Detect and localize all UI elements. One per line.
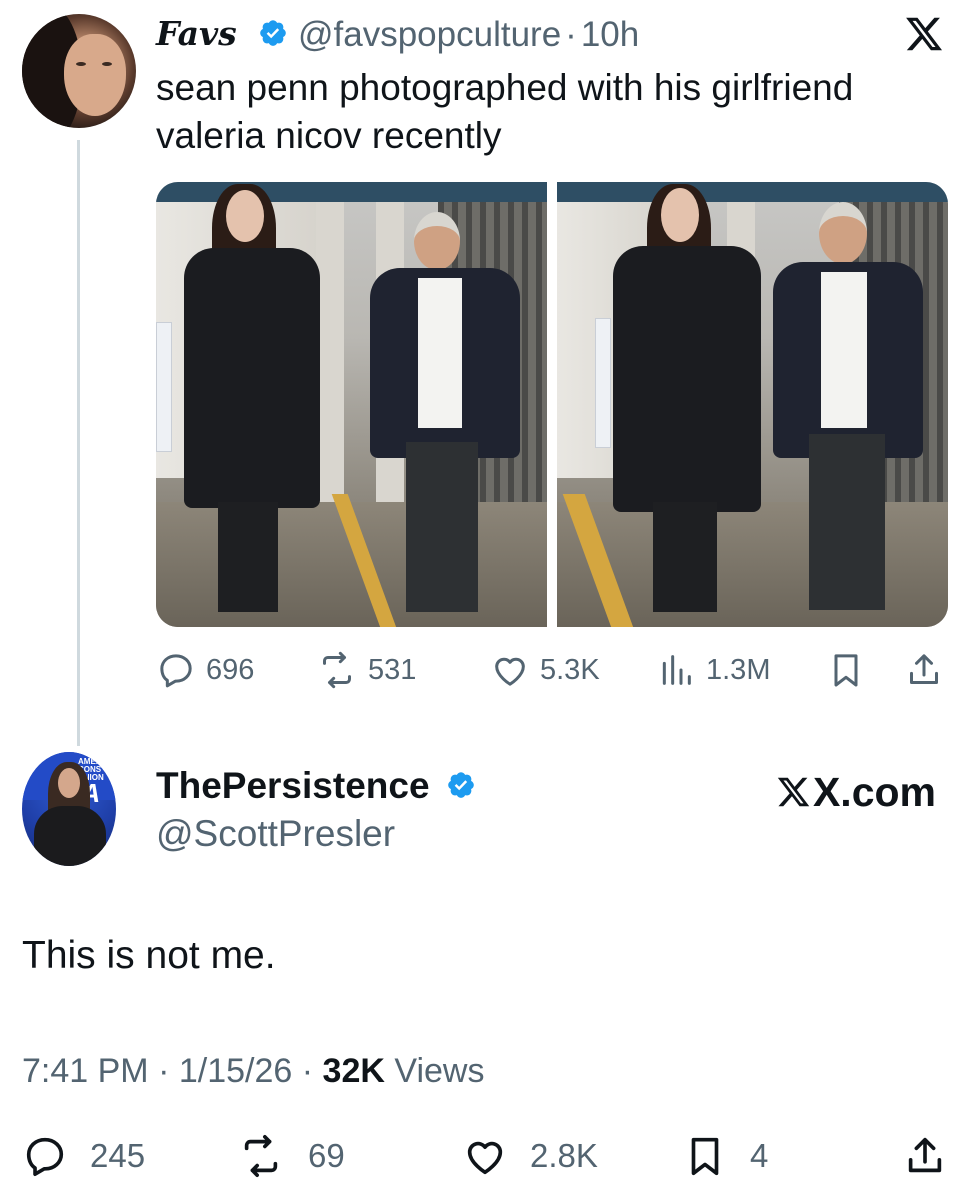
bookmark-icon bbox=[691, 1137, 719, 1176]
avatar-face bbox=[64, 34, 126, 116]
main-display-name[interactable]: ThePersistence bbox=[156, 765, 430, 807]
verified-badge-icon bbox=[448, 772, 474, 798]
quoted-display-name[interactable]: Favs bbox=[156, 14, 237, 53]
figure-legs bbox=[653, 502, 717, 612]
repost-icon bbox=[244, 1135, 278, 1177]
x-logo-icon bbox=[906, 17, 943, 51]
main-handle[interactable]: @ScottPresler bbox=[156, 813, 395, 855]
thread-line bbox=[77, 140, 80, 746]
separator-dot: · bbox=[565, 15, 577, 54]
bookmark-icon bbox=[834, 654, 858, 687]
like-icon bbox=[467, 1141, 503, 1175]
photo-sign bbox=[156, 322, 172, 452]
figure-legs bbox=[809, 434, 885, 610]
main-tweet-text: This is not me. bbox=[22, 934, 276, 977]
photo-ceiling bbox=[156, 182, 547, 202]
figure-legs bbox=[406, 442, 478, 612]
share-button[interactable] bbox=[902, 1134, 948, 1178]
figure-head bbox=[819, 202, 867, 264]
bookmark-count: 4 bbox=[750, 1137, 769, 1174]
reply-count: 245 bbox=[90, 1137, 146, 1174]
photo-ceiling bbox=[557, 182, 948, 202]
quoted-media[interactable] bbox=[156, 182, 948, 627]
quoted-handle: @favspopculture bbox=[298, 15, 562, 54]
tweet-time[interactable]: 7:41 PM bbox=[22, 1052, 149, 1090]
photo-left[interactable] bbox=[156, 182, 547, 627]
views-count: 1.3M bbox=[706, 653, 771, 686]
avatar-eye bbox=[76, 62, 86, 66]
like-icon bbox=[495, 657, 525, 686]
views-icon bbox=[662, 655, 691, 685]
xcom-watermark: X.com bbox=[776, 767, 936, 817]
like-button[interactable]: 2.8K bbox=[462, 1134, 598, 1178]
views-button[interactable]: 1.3M bbox=[656, 648, 770, 692]
photo-sign bbox=[595, 318, 611, 448]
reply-count: 696 bbox=[206, 653, 255, 686]
figure-head bbox=[226, 190, 264, 242]
repost-count: 69 bbox=[308, 1137, 345, 1174]
quoted-tweet-text: sean penn photographed with his girlfrie… bbox=[156, 67, 854, 156]
figure-shirt bbox=[821, 272, 867, 428]
figure-head bbox=[414, 212, 460, 270]
reply-icon bbox=[160, 654, 192, 688]
avatar-face bbox=[58, 768, 80, 798]
reply-icon bbox=[26, 1137, 64, 1177]
quoted-handle-line[interactable]: @favspopculture · 10h bbox=[298, 15, 639, 55]
main-action-bar: 245 69 2.8K 4 bbox=[22, 1134, 952, 1180]
repost-icon bbox=[323, 651, 351, 689]
avatar-body bbox=[34, 806, 106, 866]
avatar-eye bbox=[102, 62, 112, 66]
x-logo-icon bbox=[777, 777, 810, 807]
bookmark-button[interactable] bbox=[826, 648, 866, 692]
like-button[interactable]: 5.3K bbox=[490, 648, 600, 692]
reply-button[interactable]: 245 bbox=[22, 1134, 145, 1178]
repost-button[interactable]: 69 bbox=[236, 1134, 345, 1178]
bookmark-button[interactable]: 4 bbox=[682, 1134, 768, 1178]
xcom-text: X.com bbox=[812, 768, 936, 815]
figure-coat bbox=[184, 248, 320, 508]
thepersistence-avatar[interactable]: AMERCONSUNION PA bbox=[22, 752, 116, 866]
quoted-action-bar: 696 531 5.3K 1.3M bbox=[156, 648, 946, 692]
share-button[interactable] bbox=[904, 648, 944, 692]
share-icon bbox=[910, 654, 938, 684]
favs-avatar[interactable] bbox=[22, 14, 136, 128]
views-label: Views bbox=[394, 1052, 485, 1090]
like-count: 5.3K bbox=[540, 653, 600, 686]
tweet-date[interactable]: 1/15/26 bbox=[179, 1052, 292, 1090]
figure-legs bbox=[218, 502, 278, 612]
photo-right[interactable] bbox=[557, 182, 948, 627]
repost-count: 531 bbox=[368, 653, 417, 686]
repost-button[interactable]: 531 bbox=[316, 648, 416, 692]
share-icon bbox=[908, 1137, 942, 1173]
views-total: 32K bbox=[322, 1052, 385, 1090]
verified-badge-icon bbox=[260, 20, 286, 46]
reply-button[interactable]: 696 bbox=[156, 648, 254, 692]
like-count: 2.8K bbox=[530, 1137, 598, 1174]
figure-coat bbox=[613, 246, 761, 512]
figure-shirt bbox=[418, 278, 462, 428]
tweet-meta: 7:41 PM · 1/15/26 · 32K Views bbox=[22, 1052, 484, 1091]
separator-dot: · bbox=[158, 1052, 170, 1090]
separator-dot: · bbox=[301, 1052, 314, 1090]
figure-head bbox=[661, 188, 699, 242]
quoted-time: 10h bbox=[580, 15, 640, 54]
photo-pillar bbox=[316, 202, 344, 514]
